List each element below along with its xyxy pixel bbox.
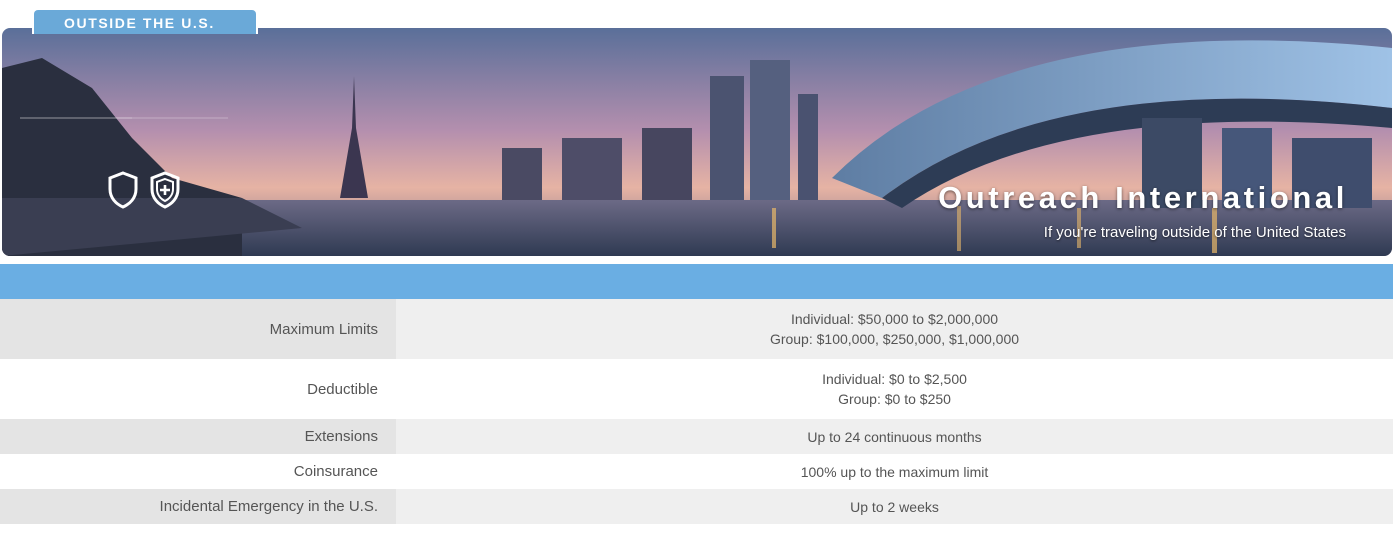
table-header-bar	[0, 264, 1393, 299]
banner-subtitle: If you're traveling outside of the Unite…	[1043, 224, 1346, 241]
value-line: Up to 24 continuous months	[807, 428, 982, 445]
value-line: 100% up to the maximum limit	[800, 463, 989, 480]
row-label: Maximum Limits	[0, 299, 396, 359]
row-label: Coinsurance	[0, 454, 396, 489]
value-line: Individual: $0 to $2,500	[822, 371, 967, 387]
row-value: Up to 24 continuous months	[396, 419, 1393, 454]
value-line: Up to 2 weeks	[850, 498, 939, 515]
row-label: Deductible	[0, 359, 396, 419]
shield-outline-icon	[106, 170, 140, 210]
banner-title: Outreach International	[938, 180, 1348, 215]
paris-skyline-image	[2, 28, 1392, 256]
value-line: Group: $0 to $250	[838, 391, 951, 407]
table-row: Maximum Limits Individual: $50,000 to $2…	[0, 299, 1393, 359]
shield-plus-icon	[148, 170, 182, 210]
row-label: Incidental Emergency in the U.S.	[0, 489, 396, 524]
row-value: Individual: $0 to $2,500 Group: $0 to $2…	[396, 359, 1393, 419]
table-row: Extensions Up to 24 continuous months	[0, 419, 1393, 454]
row-value: Individual: $50,000 to $2,000,000 Group:…	[396, 299, 1393, 359]
value-line: Group: $100,000, $250,000, $1,000,000	[769, 331, 1020, 347]
coverage-table: Maximum Limits Individual: $50,000 to $2…	[0, 299, 1393, 524]
row-value: Up to 2 weeks	[396, 489, 1393, 524]
hero-banner: Outreach International If you're traveli…	[2, 28, 1392, 256]
section-tab: OUTSIDE THE U.S.	[32, 8, 258, 34]
row-label: Extensions	[0, 419, 396, 454]
table-row: Coinsurance 100% up to the maximum limit	[0, 454, 1393, 489]
table-row: Incidental Emergency in the U.S. Up to 2…	[0, 489, 1393, 524]
table-row: Deductible Individual: $0 to $2,500 Grou…	[0, 359, 1393, 419]
value-line: Individual: $50,000 to $2,000,000	[790, 311, 999, 327]
row-value: 100% up to the maximum limit	[396, 454, 1393, 489]
